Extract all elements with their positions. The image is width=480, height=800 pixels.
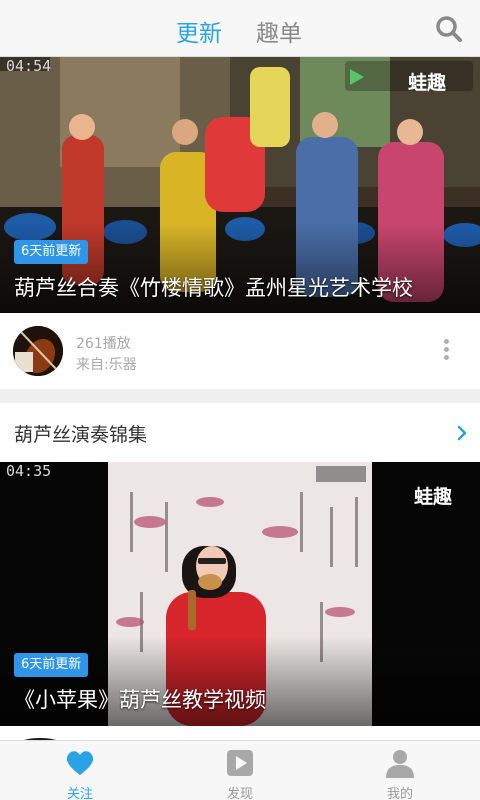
video-title-2[interactable]: 《小苹果》葫芦丝教学视频 xyxy=(14,684,266,714)
update-badge-2: 6天前更新 xyxy=(14,653,89,677)
video-card-1[interactable]: 04:54 蛙趣 6天前更新 葫芦丝合奏《竹楼情歌》孟州星光艺术学校 xyxy=(0,57,480,313)
nav-discover[interactable]: 发现 xyxy=(160,741,320,800)
video-title-1[interactable]: 葫芦丝合奏《竹楼情歌》孟州星光艺术学校 xyxy=(14,272,413,302)
more-dot-icon xyxy=(443,355,449,360)
chevron-right-icon xyxy=(457,425,467,441)
section-title: 葫芦丝演奏锦集 xyxy=(14,424,148,446)
video-meta-row: 261播放 来自:乐器 xyxy=(0,313,480,389)
source-category: 来自:乐器 xyxy=(76,357,137,373)
play-icon xyxy=(227,750,253,776)
top-bar: 更新 趣单 xyxy=(0,0,480,57)
more-dot-icon xyxy=(443,347,449,352)
video-duration-1: 04:54 xyxy=(6,57,52,75)
app-screen: 更新 趣单 04:54 蛙趣 6天前更新 葫芦丝合奏《竹楼情歌》孟州星光艺术学校… xyxy=(0,0,480,800)
more-options-button[interactable] xyxy=(438,339,454,365)
watermark-1: 蛙趣 xyxy=(408,72,447,94)
section-header[interactable]: 葫芦丝演奏锦集 xyxy=(0,403,480,462)
nav-label-discover: 发现 xyxy=(226,787,253,800)
heart-icon xyxy=(66,751,94,775)
nav-label-mine: 我的 xyxy=(386,787,413,800)
bottom-navigation: 关注 发现 我的 xyxy=(0,740,480,800)
video-duration-2: 04:35 xyxy=(6,462,52,480)
nav-mine[interactable]: 我的 xyxy=(320,741,480,800)
play-count: 261播放 xyxy=(76,336,131,352)
search-icon xyxy=(436,16,462,42)
nav-label-follow: 关注 xyxy=(66,787,93,800)
video-card-2[interactable]: 04:35 蛙趣 6天前更新 《小苹果》葫芦丝教学视频 xyxy=(0,462,480,726)
next-card-partial xyxy=(0,726,480,748)
person-icon xyxy=(386,750,414,778)
search-button[interactable] xyxy=(434,14,464,44)
tab-updates[interactable]: 更新 xyxy=(176,14,222,48)
nav-follow[interactable]: 关注 xyxy=(0,741,160,800)
more-dot-icon xyxy=(443,339,449,344)
violin-image xyxy=(13,326,63,376)
tab-playlists[interactable]: 趣单 xyxy=(256,14,302,48)
watermark-2: 蛙趣 xyxy=(414,486,453,508)
update-badge-1: 6天前更新 xyxy=(14,240,89,264)
channel-avatar[interactable] xyxy=(13,326,63,376)
